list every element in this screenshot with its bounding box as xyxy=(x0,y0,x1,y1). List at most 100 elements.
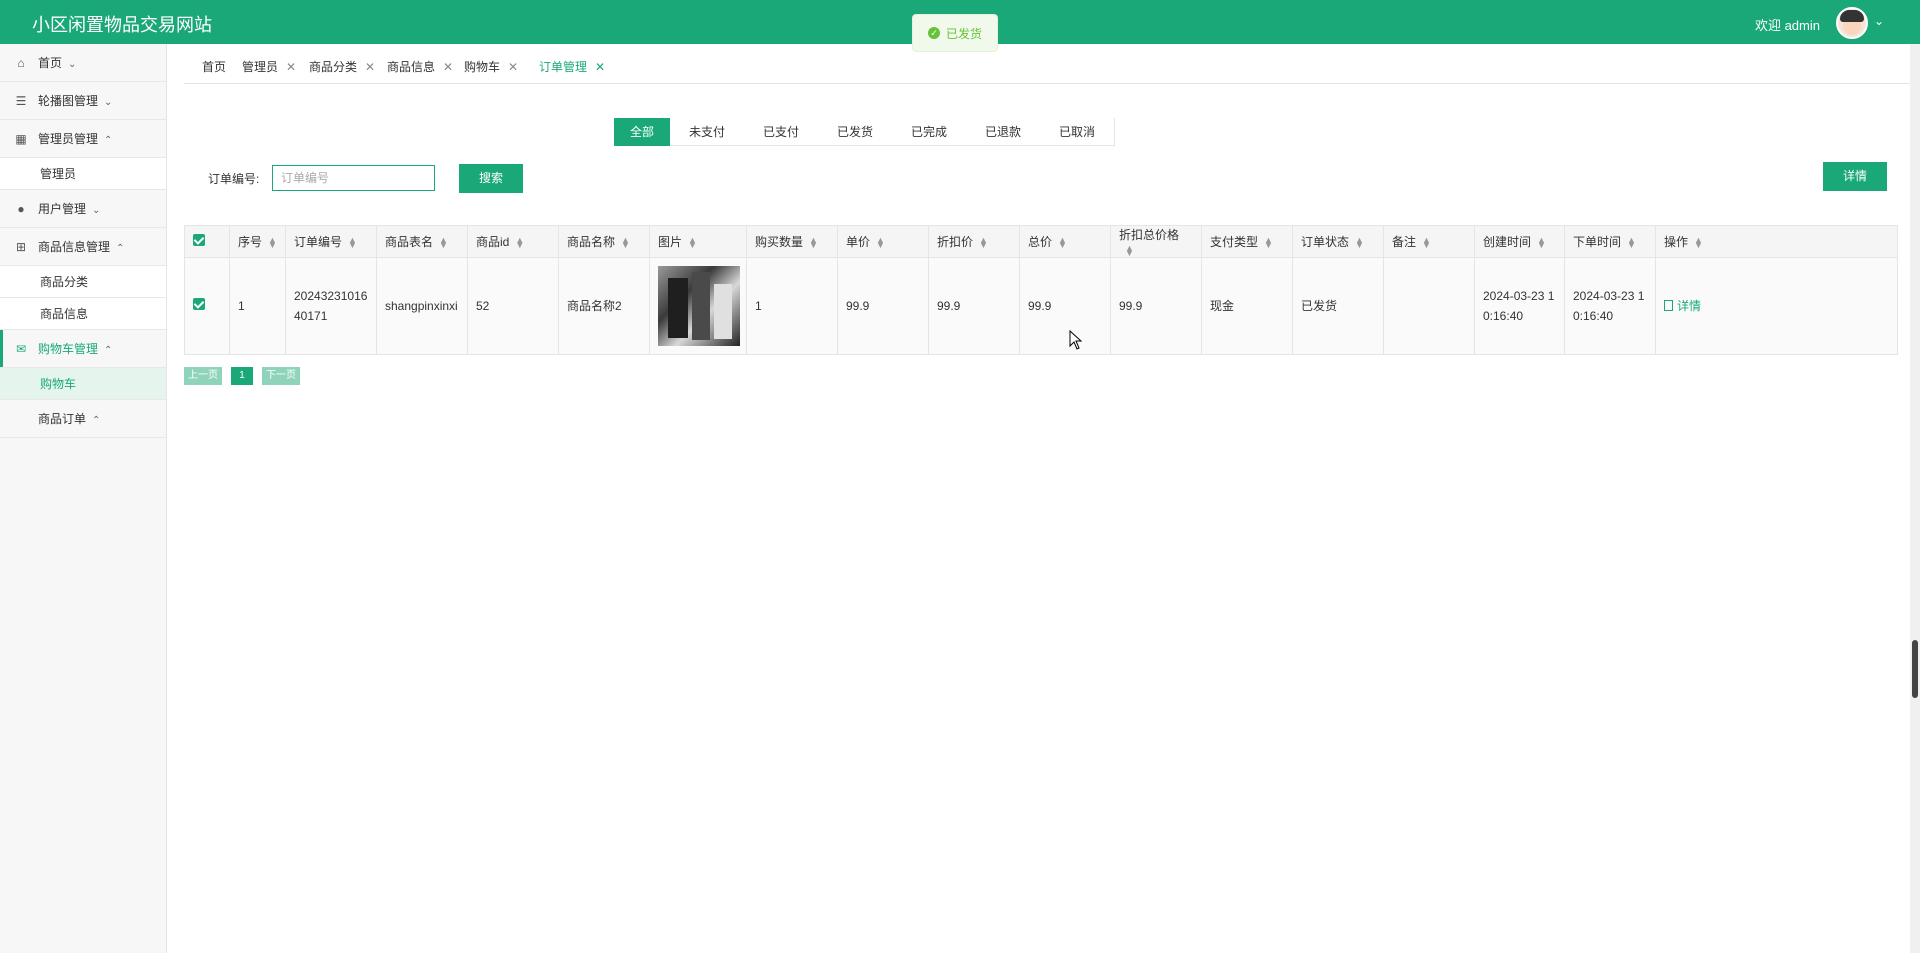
order-status-filter: 全部 未支付 已支付 已发货 已完成 已退款 已取消 xyxy=(614,118,1115,146)
sidebar-item-label: 商品订单 xyxy=(38,412,87,426)
status-filter-shipped[interactable]: 已发货 xyxy=(818,118,892,146)
cell-goods-id: 52 xyxy=(467,257,559,355)
close-icon[interactable]: ✕ xyxy=(595,60,605,74)
next-page-button[interactable]: 下一页 xyxy=(262,367,300,385)
pagination: 上一页 1 下一页 xyxy=(184,367,300,385)
select-all-checkbox[interactable] xyxy=(184,225,230,258)
chevron-up-icon: ⌃ xyxy=(116,243,125,254)
order-no-label: 订单编号: xyxy=(208,172,260,186)
tab-order-manage[interactable]: 订单管理 ✕ xyxy=(539,58,605,75)
sidebar-subitem-goods-info[interactable]: 商品信息 xyxy=(0,298,166,330)
list-icon: ☰ xyxy=(15,94,27,108)
column-header[interactable]: 操作 ▲ ▼ xyxy=(1655,225,1898,258)
sort-icon: ▲ ▼ xyxy=(1627,234,1636,250)
column-header[interactable]: 订单状态 ▲ ▼ xyxy=(1292,225,1384,258)
close-icon[interactable]: ✕ xyxy=(443,60,453,74)
prev-page-button[interactable]: 上一页 xyxy=(184,367,222,385)
column-header[interactable]: 图片 ▲ ▼ xyxy=(649,225,747,258)
column-header[interactable]: 序号 ▲ ▼ xyxy=(229,225,286,258)
close-icon[interactable]: ✕ xyxy=(508,60,518,74)
grid-icon: ⊞ xyxy=(15,240,27,254)
close-icon[interactable]: ✕ xyxy=(286,60,296,74)
sort-icon: ▲ ▼ xyxy=(1125,242,1134,258)
tab-label: 管理员 xyxy=(242,60,279,74)
column-header[interactable]: 单价 ▲ ▼ xyxy=(837,225,929,258)
cell-order-no: 2024323101640171 xyxy=(285,257,377,355)
tab-goods-info[interactable]: 商品信息 ✕ xyxy=(387,58,453,75)
detail-button[interactable]: 详情 xyxy=(1823,162,1887,191)
close-icon[interactable]: ✕ xyxy=(365,60,375,74)
check-circle-icon: ✓ xyxy=(927,27,940,39)
sidebar-item-label: 用户管理 xyxy=(38,202,87,216)
search-button[interactable]: 搜索 xyxy=(459,164,523,193)
column-header[interactable]: 商品名称 ▲ ▼ xyxy=(558,225,650,258)
sort-icon: ▲ ▼ xyxy=(1422,234,1431,250)
sidebar-subitem-goods-category[interactable]: 商品分类 xyxy=(0,266,166,298)
status-filter-all[interactable]: 全部 xyxy=(614,118,670,146)
column-header[interactable]: 购买数量 ▲ ▼ xyxy=(746,225,838,258)
column-header[interactable]: 创建时间 ▲ ▼ xyxy=(1474,225,1565,258)
tab-home[interactable]: 首页 xyxy=(202,58,226,75)
row-checkbox[interactable] xyxy=(184,257,230,355)
column-header[interactable]: 订单编号 ▲ ▼ xyxy=(285,225,377,258)
sidebar-subitem-cart[interactable]: 购物车 xyxy=(0,368,166,400)
cell-price: 99.9 xyxy=(837,257,929,355)
sort-icon: ▲ ▼ xyxy=(1355,234,1364,250)
tab-goods-category[interactable]: 商品分类 ✕ xyxy=(309,58,375,75)
mail-icon: ✉ xyxy=(15,342,27,356)
sort-icon: ▲ ▼ xyxy=(348,234,357,250)
sidebar-item-carousel[interactable]: ☰ 轮播图管理 ⌄ xyxy=(0,82,166,120)
tab-admin[interactable]: 管理员 ✕ xyxy=(242,58,296,75)
cell-pay-type: 现金 xyxy=(1201,257,1293,355)
avatar[interactable] xyxy=(1836,7,1868,39)
chevron-up-icon: ⌃ xyxy=(92,415,101,426)
sidebar-item-label: 购物车管理 xyxy=(38,342,99,356)
scrollbar[interactable] xyxy=(1910,44,1920,953)
scrollbar-thumb[interactable] xyxy=(1912,640,1918,698)
column-header[interactable]: 折扣总价格 ▲ ▼ xyxy=(1110,225,1202,258)
product-image xyxy=(658,266,740,346)
table-header-row: 序号 ▲ ▼ 订单编号 ▲ ▼ 商品表名 ▲ ▼ 商品id ▲ ▼ 商品名称 ▲ ▼ 图片 ▲ ▼ 购买… xyxy=(184,225,1898,258)
cell-status: 已发货 xyxy=(1292,257,1384,355)
sidebar-item-home[interactable]: ⌂ 首页 ⌄ xyxy=(0,44,166,82)
column-header[interactable]: 支付类型 ▲ ▼ xyxy=(1201,225,1293,258)
cell-discount-total: 99.9 xyxy=(1110,257,1202,355)
sidebar-item-cart-manage[interactable]: ✉ 购物车管理 ⌃ xyxy=(0,330,166,368)
sidebar-item-user-manage[interactable]: ● 用户管理 ⌄ xyxy=(0,190,166,228)
cell-discount-price: 99.9 xyxy=(928,257,1020,355)
tab-cart[interactable]: 购物车 ✕ xyxy=(464,58,518,75)
cell-remark xyxy=(1383,257,1475,355)
sidebar-item-goods-manage[interactable]: ⊞ 商品信息管理 ⌃ xyxy=(0,228,166,266)
status-filter-refunded[interactable]: 已退款 xyxy=(966,118,1040,146)
sidebar-item-label: 商品信息管理 xyxy=(38,240,111,254)
order-no-input[interactable] xyxy=(272,165,435,191)
row-detail-link[interactable]: 详情 xyxy=(1664,299,1701,313)
cell-index: 1 xyxy=(229,257,286,355)
user-icon: ● xyxy=(17,202,25,216)
cell-goods-name: 商品名称2 xyxy=(558,257,650,355)
sidebar-subitem-admin[interactable]: 管理员 xyxy=(0,158,166,190)
welcome-text: 欢迎 admin xyxy=(1754,18,1820,33)
sidebar-item-admin-manage[interactable]: ▦ 管理员管理 ⌃ xyxy=(0,120,166,158)
status-filter-unpaid[interactable]: 未支付 xyxy=(670,118,744,146)
sidebar-item-orders[interactable]: 商品订单 ⌃ xyxy=(0,400,166,438)
status-filter-paid[interactable]: 已支付 xyxy=(744,118,818,146)
status-filter-cancelled[interactable]: 已取消 xyxy=(1040,118,1114,146)
cell-total: 99.9 xyxy=(1019,257,1111,355)
column-header[interactable]: 总价 ▲ ▼ xyxy=(1019,225,1111,258)
sidebar-item-label: 轮播图管理 xyxy=(38,94,99,108)
home-icon: ⌂ xyxy=(17,56,25,70)
chevron-down-icon[interactable]: ⌄ xyxy=(1874,14,1884,28)
table-row[interactable]: 1 2024323101640171 shangpinxinxi 52 商品名称… xyxy=(184,257,1898,355)
column-header[interactable]: 下单时间 ▲ ▼ xyxy=(1564,225,1656,258)
column-header[interactable]: 备注 ▲ ▼ xyxy=(1383,225,1475,258)
page-number-button[interactable]: 1 xyxy=(231,367,253,385)
column-header[interactable]: 商品表名 ▲ ▼ xyxy=(376,225,468,258)
site-title: 小区闲置物品交易网站 xyxy=(32,15,212,35)
column-header[interactable]: 商品id ▲ ▼ xyxy=(467,225,559,258)
chevron-down-icon: ⌄ xyxy=(104,97,113,108)
tab-label: 商品分类 xyxy=(309,60,358,74)
sort-icon: ▲ ▼ xyxy=(688,234,697,250)
column-header[interactable]: 折扣价 ▲ ▼ xyxy=(928,225,1020,258)
status-filter-completed[interactable]: 已完成 xyxy=(892,118,966,146)
